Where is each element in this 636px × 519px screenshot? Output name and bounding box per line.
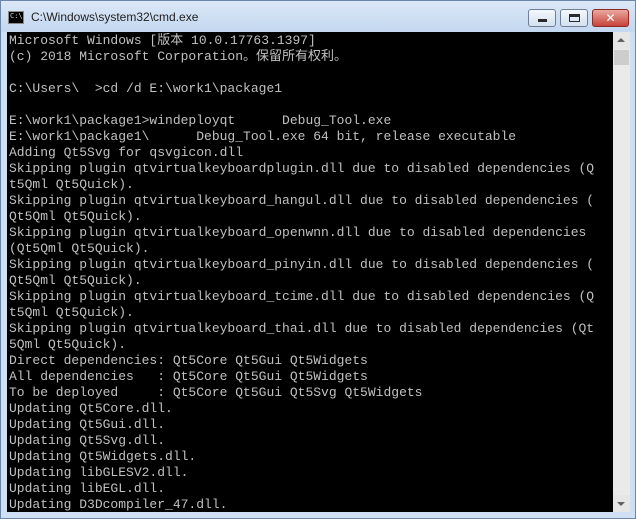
- minimize-button[interactable]: [528, 9, 556, 27]
- console-line: Updating Qt5Widgets.dll.: [9, 449, 197, 464]
- console-line: Adding Qt5Svg for qsvgicon.dll: [9, 145, 244, 160]
- console-line: Updating D3Dcompiler_47.dll.: [9, 497, 228, 512]
- vertical-scrollbar[interactable]: [613, 32, 630, 512]
- console-line: Qt5Qml Qt5Quick).: [9, 273, 142, 288]
- console-line: t5Qml Qt5Quick).: [9, 177, 134, 192]
- console-line: Skipping plugin qtvirtualkeyboard_hangul…: [9, 193, 595, 208]
- console-line: Microsoft Windows [版本 10.0.17763.1397]: [9, 33, 316, 48]
- maximize-button[interactable]: [560, 9, 588, 27]
- console-line: All dependencies : Qt5Core Qt5Gui Qt5Wid…: [9, 369, 368, 384]
- scroll-down-button[interactable]: [613, 495, 630, 512]
- close-button[interactable]: ✕: [592, 9, 629, 27]
- console-line: t5Qml Qt5Quick).: [9, 305, 134, 320]
- console-line: E:\work1\package1\ Debug_Tool.exe 64 bit…: [9, 129, 517, 144]
- window-title: C:\Windows\system32\cmd.exe: [31, 10, 199, 24]
- close-icon: ✕: [605, 11, 616, 25]
- console-line: E:\work1\package1>windeployqt Debug_Tool…: [9, 113, 392, 128]
- console-lines: Microsoft Windows [版本 10.0.17763.1397] (c…: [9, 33, 613, 512]
- cmd-prompt-icon[interactable]: C:\: [8, 11, 24, 24]
- console-line: Skipping plugin qtvirtualkeyboardplugin.…: [9, 161, 595, 176]
- console-line: Updating Qt5Gui.dll.: [9, 417, 166, 432]
- window-bottom-frame: [1, 512, 635, 518]
- scroll-down-arrow-icon: [617, 502, 625, 506]
- minimize-icon: [538, 19, 547, 22]
- cmd-window: C:\ C:\Windows\system32\cmd.exe ✕ Micros…: [0, 0, 636, 519]
- cmd-prompt-icon-glyph: C:\: [10, 12, 23, 20]
- console-line: Skipping plugin qtvirtualkeyboard_tcime.…: [9, 289, 595, 304]
- console-line: Skipping plugin qtvirtualkeyboard_thai.d…: [9, 321, 595, 336]
- console-line: Updating libEGL.dll.: [9, 481, 166, 496]
- title-bar[interactable]: C:\ C:\Windows\system32\cmd.exe ✕: [1, 1, 635, 32]
- console-line: (Qt5Qml Qt5Quick).: [9, 241, 150, 256]
- scroll-up-arrow-icon: [617, 38, 625, 42]
- console-line: Qt5Qml Qt5Quick).: [9, 209, 142, 224]
- console-line: Direct dependencies: Qt5Core Qt5Gui Qt5W…: [9, 353, 368, 368]
- maximize-icon: [569, 14, 580, 22]
- console-line: (c) 2018 Microsoft Corporation。保留所有权利。: [9, 49, 348, 64]
- console-line: Skipping plugin qtvirtualkeyboard_openwn…: [9, 225, 587, 240]
- console-line: Updating Qt5Core.dll.: [9, 401, 173, 416]
- console-line: C:\Users\ >cd /d E:\work1\package1: [9, 81, 283, 96]
- console-line: 5Qml Qt5Quick).: [9, 337, 127, 352]
- scroll-up-button[interactable]: [613, 32, 630, 49]
- console-line: To be deployed : Qt5Core Qt5Gui Qt5Svg Q…: [9, 385, 423, 400]
- console-line: Skipping plugin qtvirtualkeyboard_pinyin…: [9, 257, 595, 272]
- console-output[interactable]: Microsoft Windows [版本 10.0.17763.1397] (c…: [7, 32, 613, 512]
- console-line: Updating libGLESV2.dll.: [9, 465, 189, 480]
- console-line: Updating Qt5Svg.dll.: [9, 433, 166, 448]
- scroll-thumb[interactable]: [614, 50, 629, 65]
